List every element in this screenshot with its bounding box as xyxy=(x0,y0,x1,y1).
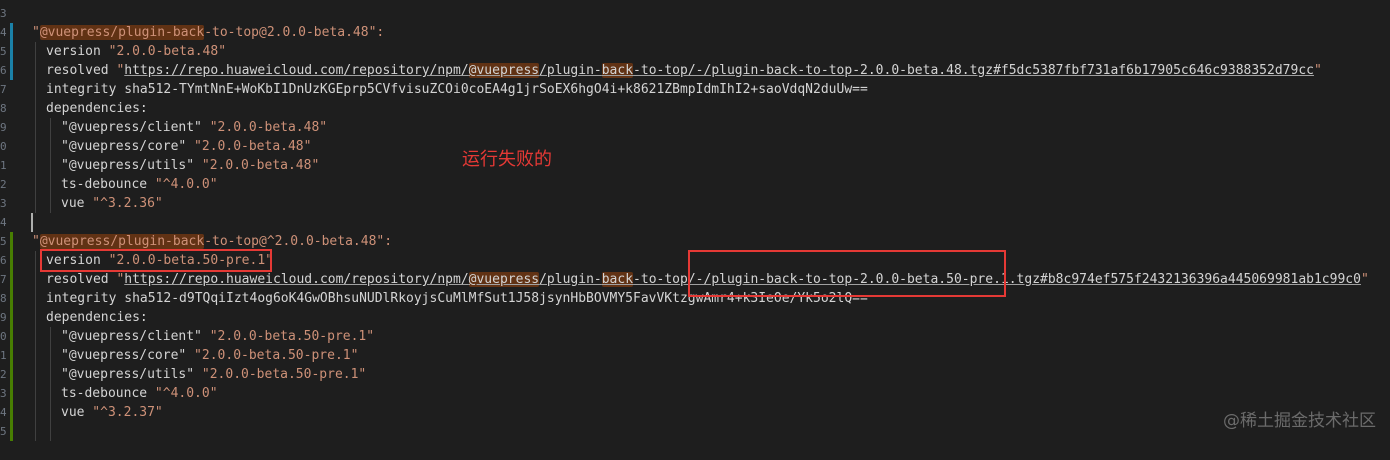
code-line-dep: "@vuepress/core" "2.0.0-beta.50-pre.1" xyxy=(61,348,359,363)
text-cursor xyxy=(31,213,33,232)
code-line-dependencies: dependencies: xyxy=(46,101,148,116)
code-line-dep: "@vuepress/utils" "2.0.0-beta.48" xyxy=(61,158,320,173)
code-line-version: version "2.0.0-beta.48" xyxy=(46,44,227,59)
line-number: 3 xyxy=(0,7,7,20)
code-line-dep: "@vuepress/core" "2.0.0-beta.48" xyxy=(61,139,312,154)
code-line-integrity: integrity sha512-TYmtNnE+WoKbI1DnUzKGEpr… xyxy=(46,82,868,97)
code-line-dep: "@vuepress/utils" "2.0.0-beta.50-pre.1" xyxy=(61,367,367,382)
watermark: @稀土掘金技术社区 xyxy=(1223,411,1376,431)
code-editor[interactable]: 3 4 5 6 7 8 9 0 1 2 3 4 5 6 7 8 9 0 1 2 … xyxy=(0,0,1390,445)
code-line-dep: ts-debounce "^4.0.0" xyxy=(61,177,218,192)
code-line-dep: vue "^3.2.36" xyxy=(61,196,163,211)
annotation-label: 运行失败的 xyxy=(462,149,552,170)
resolved-link[interactable]: https://repo.huaweicloud.com/repository/… xyxy=(124,63,1314,78)
code-line-block1-header: "@vuepress/plugin-back-to-top@2.0.0-beta… xyxy=(32,25,385,40)
code-line-empty xyxy=(0,213,1390,232)
code-line-dep: ts-debounce "^4.0.0" xyxy=(61,386,218,401)
code-line-dep: "@vuepress/client" "2.0.0-beta.48" xyxy=(61,120,328,135)
version-highlight-box xyxy=(40,249,272,272)
code-line-resolved: resolved "https://repo.huaweicloud.com/r… xyxy=(46,63,1322,78)
code-line-dependencies: dependencies: xyxy=(46,310,148,325)
code-line-dep: vue "^3.2.37" xyxy=(61,405,163,420)
tarball-highlight-box xyxy=(688,250,1006,297)
code-line-dep: "@vuepress/client" "2.0.0-beta.50-pre.1" xyxy=(61,329,375,344)
